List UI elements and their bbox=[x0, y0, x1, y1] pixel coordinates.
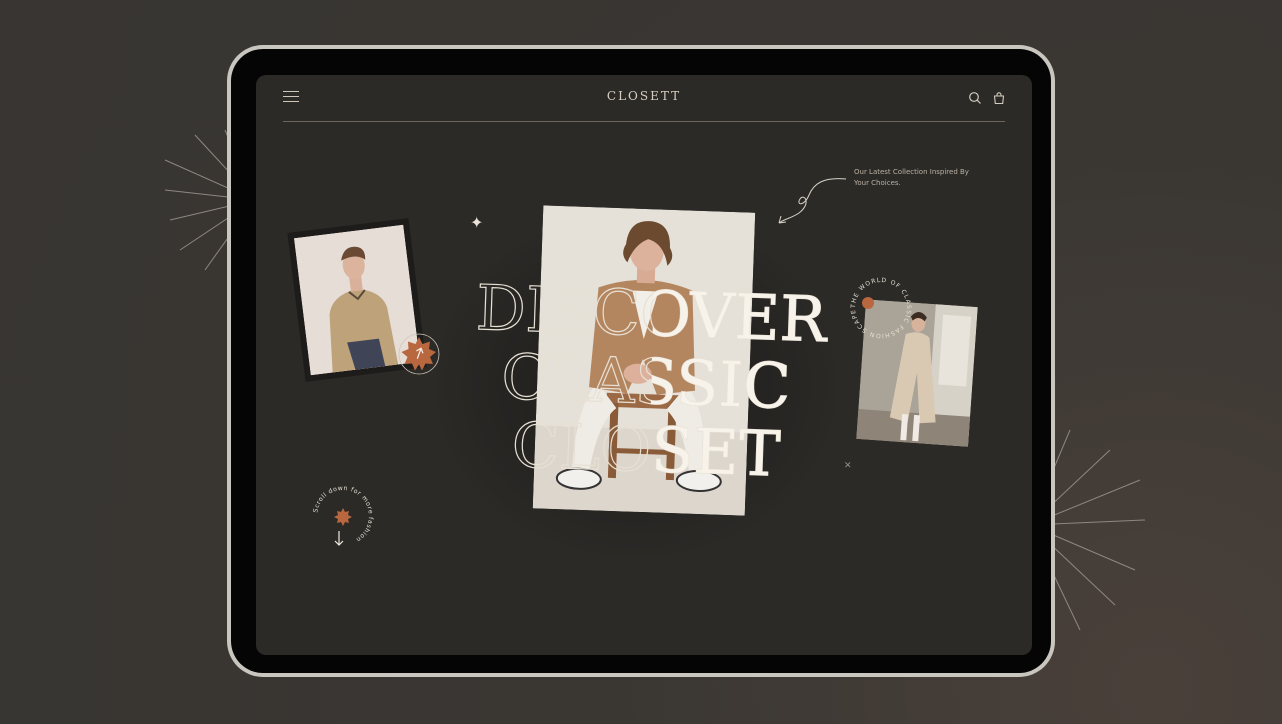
website-screen: CLOSETT Our Latest Collection Inspired B… bbox=[256, 75, 1032, 655]
arrow-down-icon bbox=[334, 531, 344, 546]
brand-logo[interactable]: CLOSETT bbox=[256, 89, 1032, 103]
sparkle-icon: ✦ bbox=[470, 213, 484, 232]
world-of-fashion-text: THE WORLD OF CLASSIC FASHION SCAPE IN bbox=[846, 273, 911, 339]
nav-divider bbox=[283, 121, 1005, 122]
arrow-badge-button[interactable] bbox=[398, 333, 440, 375]
small-cross-icon: ✕ bbox=[844, 461, 852, 471]
top-navigation: CLOSETT bbox=[256, 75, 1032, 125]
shopping-bag-icon[interactable] bbox=[992, 91, 1006, 105]
world-of-fashion-circular-text: THE WORLD OF CLASSIC FASHION SCAPE IN bbox=[846, 273, 912, 339]
tablet-bezel: CLOSETT Our Latest Collection Inspired B… bbox=[231, 49, 1051, 673]
search-icon[interactable] bbox=[968, 91, 982, 105]
svg-text:THE WORLD OF CLASSIC FASHION S: THE WORLD OF CLASSIC FASHION SCAPE IN bbox=[846, 273, 912, 339]
collection-tagline: Our Latest Collection Inspired By Your C… bbox=[854, 168, 969, 187]
page-stage: CLOSETT Our Latest Collection Inspired B… bbox=[0, 0, 1282, 724]
scroll-down-indicator[interactable]: Scroll down for more fashion bbox=[308, 481, 378, 551]
curved-arrow-icon bbox=[778, 178, 847, 224]
tablet-frame: CLOSETT Our Latest Collection Inspired B… bbox=[227, 45, 1055, 677]
